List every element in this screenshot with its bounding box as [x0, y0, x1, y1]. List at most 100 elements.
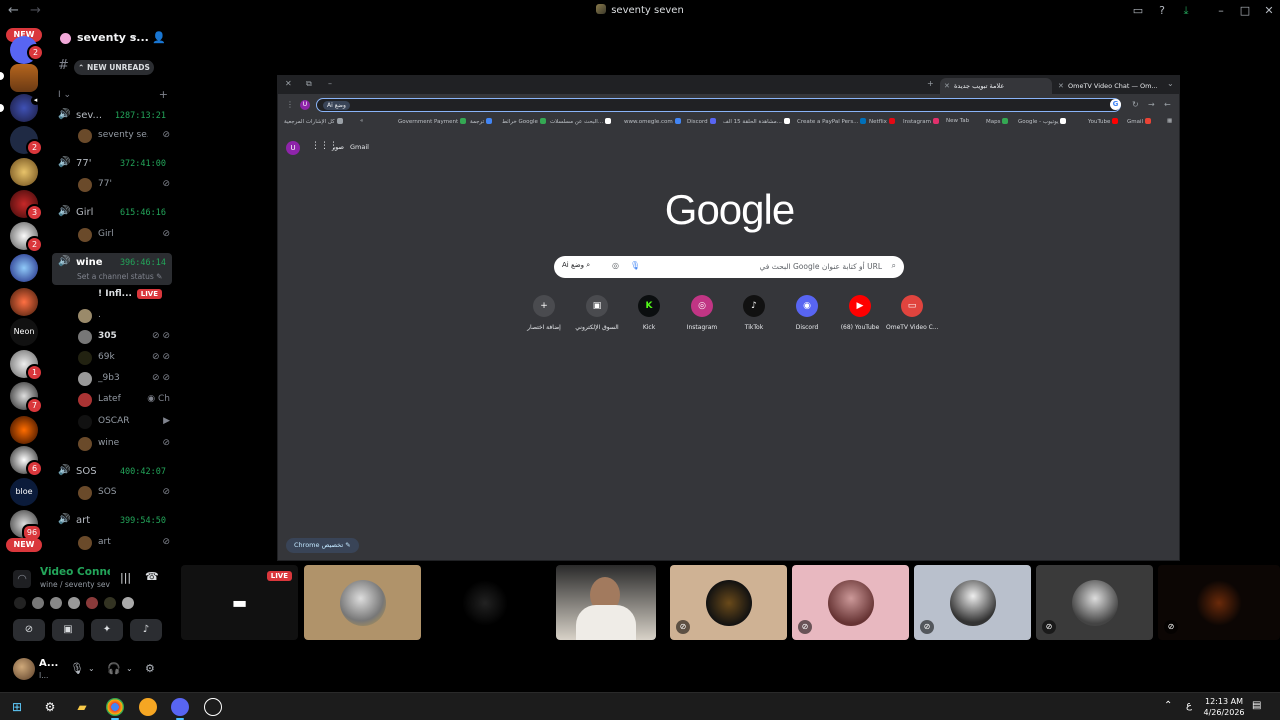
restore-icon[interactable]: ⧉ — [306, 79, 312, 89]
activities-button[interactable]: ✦ — [91, 619, 123, 641]
chevron-up-icon[interactable]: ⌃ — [1164, 700, 1172, 711]
voice-channel-girl[interactable]: 🔊 Girl 615:46:16 — [52, 203, 172, 223]
app-icon[interactable] — [204, 698, 222, 716]
shortcut-add[interactable]: + إضافة اختصار — [518, 295, 570, 331]
headphones-icon[interactable]: 🎧 — [107, 662, 121, 675]
screen-share-button[interactable]: ▣ — [52, 619, 84, 641]
ai-mode-chip[interactable]: Ai وضع — [323, 101, 350, 110]
bookmark[interactable]: مشاهدة الحلقة 15 الف... — [723, 118, 790, 125]
download-icon[interactable]: ⤓ — [1179, 4, 1193, 18]
server-icon-bloe[interactable]: bloe — [10, 478, 38, 506]
bookmark[interactable]: كل الإشارات المرجعية — [284, 118, 343, 125]
voice-member[interactable]: 77' ⊘ — [78, 176, 170, 194]
tab-search-icon[interactable]: ⌄ — [1167, 79, 1174, 88]
bookmark[interactable]: Google - يوتيوب — [1018, 118, 1067, 125]
tile-stream-self[interactable]: ▬ LIVE — [181, 565, 298, 640]
chrome-icon[interactable] — [106, 698, 124, 720]
hash-icon[interactable]: # — [58, 58, 69, 73]
shortcut-youtube[interactable]: ▶ (68) YouTube — [834, 295, 886, 331]
server-icon-8[interactable] — [10, 254, 38, 282]
microphone-icon[interactable]: 🎙 — [70, 662, 84, 675]
voice-member[interactable]: Latef ◉ Ch — [78, 391, 170, 409]
channel-status[interactable]: Set a channel status ✎ — [77, 272, 162, 281]
voice-member[interactable]: ! Infl... LIVE — [78, 286, 170, 304]
chrome-tab-new-tab[interactable]: ✕ علامة تبويب جديدة — [940, 78, 1052, 94]
voice-channel-sev[interactable]: 🔊 sev... 1287:13:21 — [52, 106, 172, 126]
lens-icon[interactable]: ◎ — [612, 261, 619, 270]
bookmark[interactable]: Gmail — [1127, 118, 1152, 125]
inbox-icon[interactable]: ▭ — [1131, 4, 1145, 18]
chevron-down-icon[interactable]: ⌄ — [130, 30, 138, 41]
tile-user-9b3[interactable]: ⊘ — [914, 565, 1031, 640]
close-icon[interactable]: ✕ — [285, 79, 292, 88]
server-icon-9[interactable] — [10, 288, 38, 316]
voice-member[interactable]: _9b3 ⊘ ⊘ — [78, 370, 170, 388]
camera-off-button[interactable]: ⊘ — [13, 619, 45, 641]
chevron-down-icon[interactable]: ⌄ — [88, 664, 95, 673]
voice-member[interactable]: Girl ⊘ — [78, 226, 170, 244]
shortcut-kick[interactable]: K Kick — [623, 295, 675, 331]
bookmark[interactable]: Netflix — [869, 118, 895, 125]
shared-screen-chrome[interactable]: ✕ ⧉ – + ✕ علامة تبويب جديدة ✕ OmeTV Video … — [277, 75, 1180, 561]
server-icon-2[interactable] — [10, 64, 38, 92]
file-explorer-icon[interactable]: ▰ — [73, 698, 91, 716]
bookmark[interactable]: البحث عن مسلسلات... — [550, 118, 612, 125]
forward-icon[interactable]: → — [1148, 100, 1155, 109]
voice-channel-sos[interactable]: 🔊 SOS 400:42:07 — [52, 462, 172, 482]
shortcut-instagram[interactable]: ◎ Instagram — [676, 295, 728, 331]
shortcut-ometv[interactable]: ▭ OmeTV Video C... — [886, 295, 938, 331]
bookmark[interactable]: www.omegle.com — [624, 118, 681, 125]
gmail-link[interactable]: Gmail — [350, 143, 369, 151]
chevron-down-icon[interactable]: ⌄ — [126, 664, 133, 673]
voice-channel-art[interactable]: 🔊 art 399:54:50 — [52, 511, 172, 531]
chevron-icon[interactable]: « — [360, 118, 363, 124]
discord-icon[interactable] — [171, 698, 189, 720]
app-icon[interactable] — [139, 698, 157, 716]
menu-icon[interactable]: ⋮ — [286, 100, 294, 109]
bookmark[interactable]: Maps — [986, 118, 1009, 125]
google-lens-icon[interactable]: G — [1110, 99, 1121, 110]
voice-channel-77[interactable]: 🔊 77' 372:41:00 — [52, 154, 172, 174]
noise-suppression-icon[interactable]: ||| — [120, 571, 131, 584]
customize-chrome-button[interactable]: Chrome تخصيص ✎ — [286, 538, 359, 553]
bookmark[interactable]: ترجمة — [470, 118, 493, 125]
bookmark[interactable]: Government Payment — [398, 118, 467, 125]
mic-icon[interactable]: 🎙 — [630, 261, 640, 270]
account-avatar[interactable]: U — [286, 141, 300, 155]
close-button[interactable]: ✕ — [1262, 4, 1276, 18]
profile-avatar[interactable]: U — [300, 100, 310, 110]
voice-member[interactable]: 69k ⊘ ⊘ — [78, 349, 170, 367]
tile-user-wine[interactable]: ⊘ — [670, 565, 787, 640]
back-icon[interactable]: ← — [1164, 100, 1171, 109]
voice-channel-wine[interactable]: 🔊 wine 396:46:14 Set a channel status ✎ — [52, 253, 172, 285]
apps-icon[interactable]: ▦ — [1167, 118, 1172, 124]
bookmark[interactable]: Create a PayPal Pers... — [797, 118, 867, 125]
shortcut-tiktok[interactable]: ♪ TikTok — [728, 295, 780, 331]
language-indicator[interactable]: ع — [1186, 700, 1192, 711]
server-icon-12[interactable] — [10, 416, 38, 444]
maximize-button[interactable]: □ — [1238, 4, 1252, 18]
tile-user-305[interactable] — [304, 565, 421, 640]
soundboard-button[interactable]: ♪ — [130, 619, 162, 641]
help-icon[interactable]: ? — [1155, 4, 1169, 18]
voice-status-title[interactable]: Video Connected — [40, 566, 110, 578]
shortcut-discord[interactable]: ◉ Discord — [781, 295, 833, 331]
voice-member[interactable]: art ⊘ — [78, 534, 170, 552]
reload-icon[interactable]: ↻ — [1132, 100, 1139, 109]
voice-member[interactable]: OSCAR ▶ — [78, 413, 170, 431]
settings-icon[interactable]: ⚙ — [41, 698, 59, 716]
new-unreads-button[interactable]: ⌃ NEW UNREADS — [74, 60, 154, 75]
notification-icon[interactable]: ▤ — [1252, 700, 1261, 711]
tile-camera-user[interactable] — [556, 565, 656, 640]
user-name[interactable]: A... — [39, 658, 58, 669]
add-channel-icon[interactable]: + — [159, 88, 168, 101]
minimize-button[interactable]: – — [1214, 4, 1228, 18]
server-icon-neon[interactable]: Neon — [10, 318, 38, 346]
google-search-box[interactable]: Ai وضع ⌕ ◎ 🎙 البحث في Google أو كتابة عن… — [554, 256, 904, 278]
gear-icon[interactable]: ⚙ — [145, 662, 155, 675]
tile-user-sos[interactable]: ⊘ — [1036, 565, 1153, 640]
server-header[interactable]: seventy s... ⌄ 👤 — [48, 22, 178, 54]
voice-member[interactable]: SOS ⊘ — [78, 484, 170, 502]
category-header[interactable]: I ⌄ + — [58, 88, 168, 101]
voice-status-subtitle[interactable]: wine / seventy sev... — [40, 580, 110, 589]
